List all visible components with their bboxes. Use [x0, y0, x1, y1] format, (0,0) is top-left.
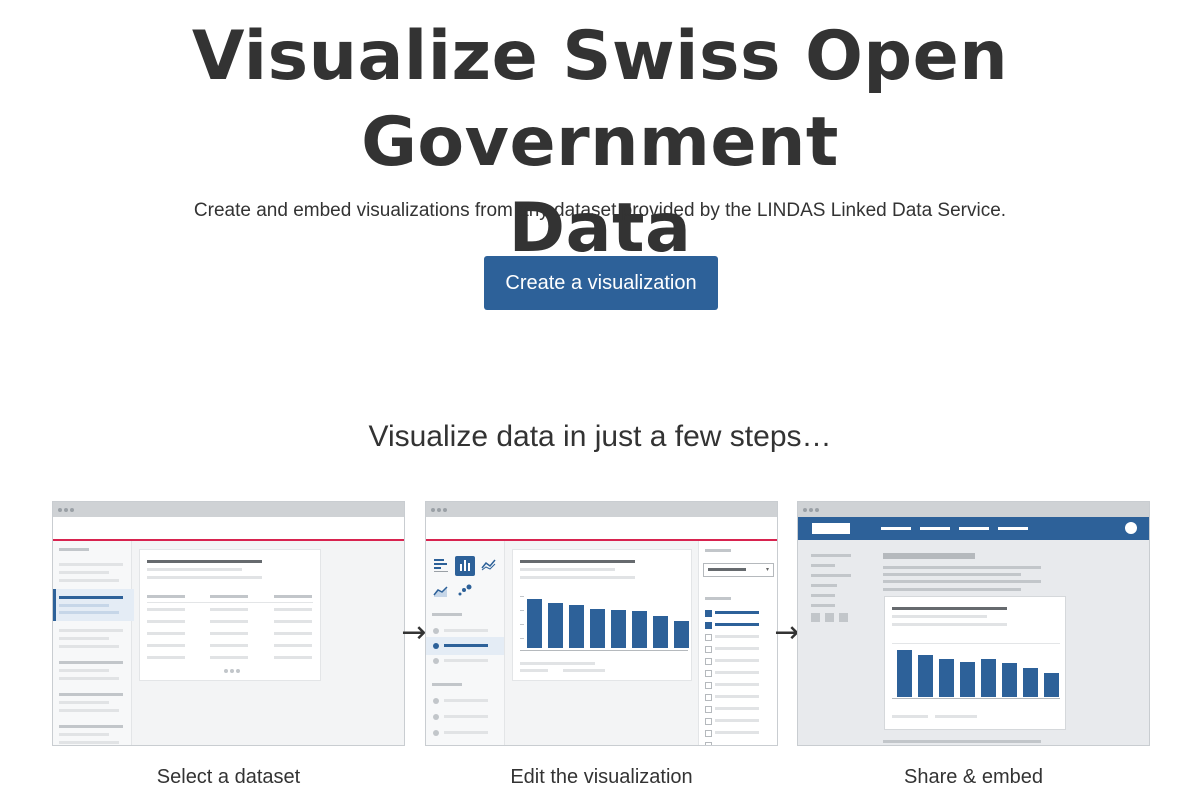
- share-embed-illustration: [797, 501, 1150, 746]
- chevron-down-icon: ▾: [765, 567, 769, 573]
- select-dataset-illustration: [52, 501, 405, 746]
- scatter-chart-icon: [458, 584, 472, 596]
- chart-bar: [548, 603, 563, 648]
- chart-bar: [897, 650, 912, 697]
- chart-bar: [981, 659, 996, 697]
- steps-heading: Visualize data in just a few steps…: [368, 420, 832, 453]
- chart-bar: [590, 609, 605, 648]
- chart-bar: [569, 605, 584, 648]
- chart-bar: [632, 611, 647, 648]
- chart-bar: [939, 659, 954, 697]
- window-titlebar: [426, 502, 777, 517]
- page-title-line-1: Visualize Swiss Open Government: [191, 17, 1009, 182]
- page-title: Visualize Swiss Open Government Data: [0, 14, 1200, 272]
- embedded-column-chart: [897, 647, 1059, 697]
- step-label-select-dataset: Select a dataset: [156, 766, 301, 788]
- create-visualization-button[interactable]: Create a visualization: [484, 256, 718, 310]
- arrow-right-icon: →: [401, 615, 427, 650]
- line-chart-icon: [481, 559, 496, 571]
- chart-bar: [1044, 673, 1059, 697]
- hero-subtitle: Create and embed visualizations from any…: [193, 200, 1007, 221]
- column-chart-icon: [455, 556, 475, 576]
- edit-visualization-illustration: ▾: [425, 501, 778, 746]
- chart-bar: [674, 621, 689, 648]
- chart-bar: [1002, 663, 1017, 697]
- chart-bar: [653, 616, 668, 648]
- chart-bar: [527, 599, 542, 648]
- step-label-share-embed: Share & embed: [904, 766, 1043, 788]
- chart-bar: [960, 662, 975, 697]
- window-titlebar: [53, 502, 404, 517]
- step-label-edit-visualization: Edit the visualization: [510, 766, 693, 788]
- chart-bar: [1023, 668, 1038, 697]
- bar-chart-icon: [434, 559, 448, 572]
- chart-bar: [611, 610, 626, 648]
- area-chart-icon: [433, 586, 448, 597]
- chart-bar: [918, 655, 933, 697]
- window-titlebar: [798, 502, 1149, 517]
- edit-column-chart: [527, 596, 689, 648]
